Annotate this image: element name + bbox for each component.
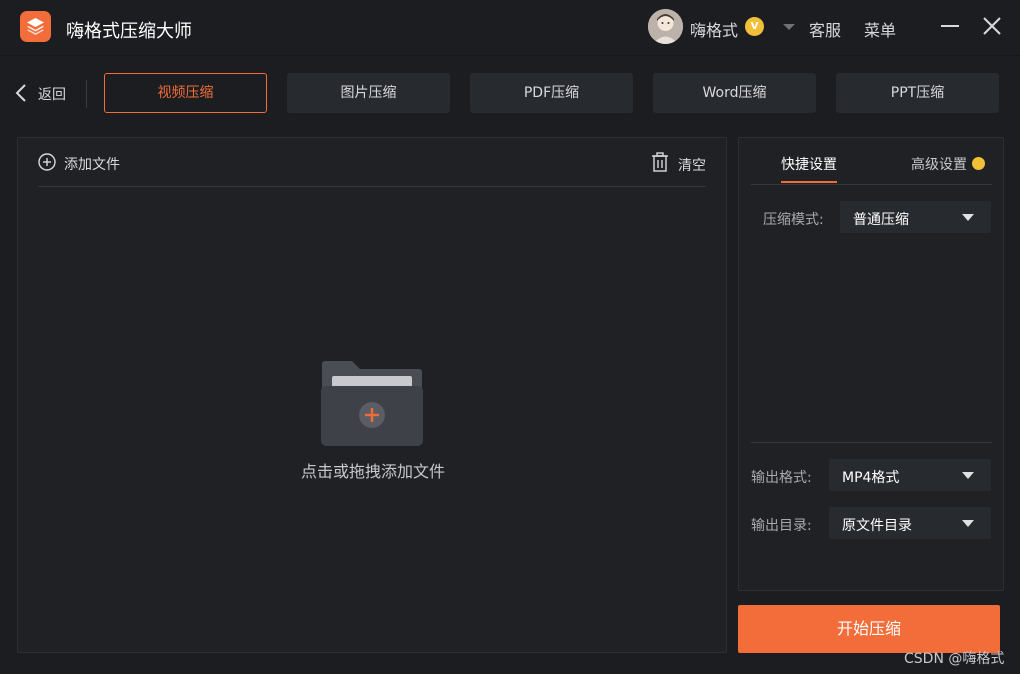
title-bar: 嗨格式压缩大师 嗨格式 V 客服 菜单 [0, 0, 1020, 56]
divider [751, 442, 992, 443]
active-tab-indicator [781, 181, 837, 183]
tab-video-compress[interactable]: 视频压缩 [104, 73, 267, 113]
divider [751, 184, 992, 185]
output-format-label: 输出格式: [751, 470, 812, 486]
chevron-down-icon[interactable] [783, 24, 795, 30]
output-dir-select[interactable]: 原文件目录 [829, 507, 991, 539]
clear-button[interactable]: 清空 [651, 152, 711, 174]
avatar[interactable] [648, 9, 683, 44]
output-dir-label: 输出目录: [751, 518, 812, 534]
start-compress-button[interactable]: 开始压缩 [738, 605, 1000, 653]
settings-panel: 快捷设置 高级设置 压缩模式: 普通压缩 输出格式: MP4格式 输出目录: 原… [738, 137, 1004, 591]
chevron-left-icon [15, 84, 26, 102]
tab-ppt-compress[interactable]: PPT压缩 [836, 73, 999, 113]
tab-image-compress[interactable]: 图片压缩 [287, 73, 450, 113]
layers-icon [20, 11, 51, 42]
vip-badge-icon: V [745, 17, 764, 36]
drop-hint: 点击或拖拽添加文件 [300, 462, 445, 481]
username[interactable]: 嗨格式 [690, 17, 738, 41]
menu-link[interactable]: 菜单 [864, 17, 896, 41]
compress-mode-select[interactable]: 普通压缩 [840, 201, 991, 233]
tab-word-compress[interactable]: Word压缩 [653, 73, 816, 113]
output-format-select[interactable]: MP4格式 [829, 459, 991, 491]
customer-service-link[interactable]: 客服 [809, 17, 841, 41]
caret-down-icon [962, 520, 974, 527]
compress-mode-value: 普通压缩 [853, 212, 909, 228]
add-file-label: 添加文件 [64, 157, 120, 173]
close-icon[interactable] [980, 14, 1004, 38]
compress-mode-label: 压缩模式: [763, 212, 824, 228]
minimize-icon[interactable] [938, 14, 962, 38]
vip-badge-icon [972, 157, 985, 170]
file-panel: 添加文件 清空 点击或拖拽添加文件 [17, 137, 727, 653]
nav-divider [86, 80, 87, 108]
tab-quick-settings[interactable]: 快捷设置 [781, 154, 837, 174]
nav-bar: 返回 视频压缩 图片压缩 PDF压缩 Word压缩 PPT压缩 [0, 57, 1020, 127]
output-format-value: MP4格式 [842, 470, 900, 486]
clear-label: 清空 [678, 158, 706, 174]
plus-circle-icon [38, 153, 56, 171]
caret-down-icon [962, 214, 974, 221]
tab-advanced-settings[interactable]: 高级设置 [911, 154, 967, 174]
caret-down-icon [962, 472, 974, 479]
folder-add-icon [321, 361, 423, 446]
trash-icon [652, 152, 668, 172]
file-drop-zone[interactable]: 点击或拖拽添加文件 [258, 348, 488, 488]
divider [38, 186, 706, 187]
app-title: 嗨格式压缩大师 [66, 21, 192, 42]
back-label: 返回 [38, 87, 66, 103]
watermark: CSDN @嗨格式 [904, 651, 1005, 667]
tab-pdf-compress[interactable]: PDF压缩 [470, 73, 633, 113]
output-dir-value: 原文件目录 [842, 518, 912, 534]
